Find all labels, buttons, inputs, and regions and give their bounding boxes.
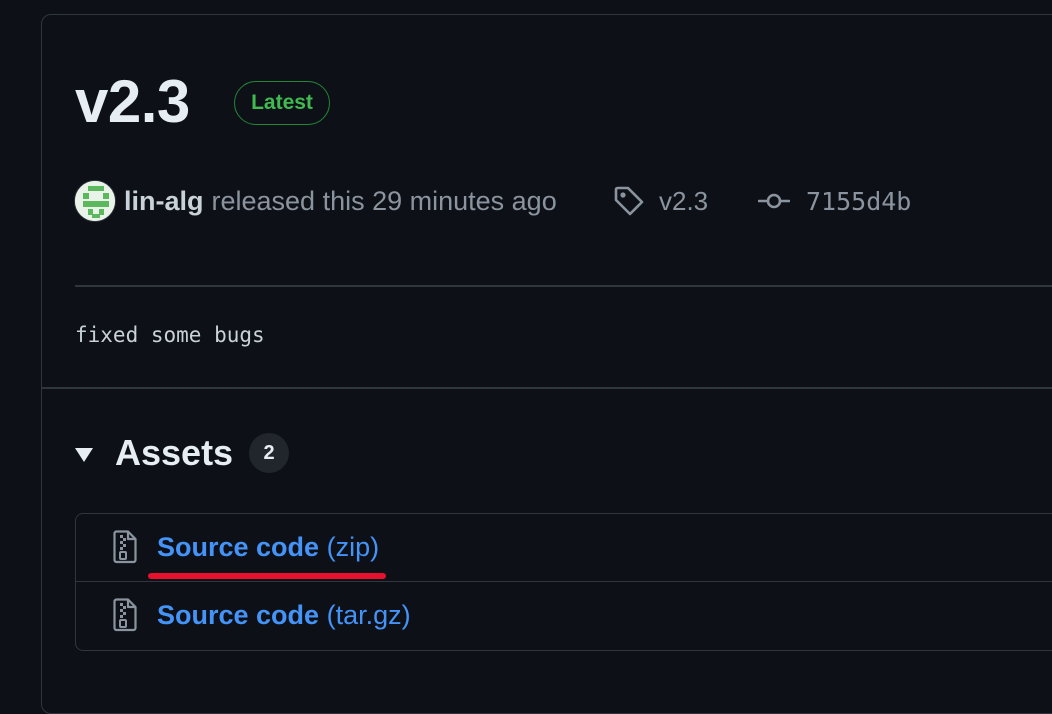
release-title[interactable]: v2.3 [75,66,190,138]
divider [75,285,1052,287]
tag-link[interactable]: v2.3 [613,185,708,217]
release-notes: fixed some bugs [75,323,265,347]
tag-icon [614,186,644,216]
asset-name: Source code [157,531,320,562]
asset-row: Source code (tar.gz) [76,581,1052,648]
asset-link-source-zip[interactable]: Source code (zip) [157,532,379,563]
divider [42,387,1052,389]
release-meta: lin-alg released this 29 minutes ago v2.… [74,178,1034,224]
caret-down-icon [75,448,93,462]
git-commit-icon [758,193,790,209]
asset-ext: (zip) [326,531,380,562]
released-time: released this 29 minutes ago [211,185,557,216]
identicon-icon [75,181,115,221]
tag-label: v2.3 [659,185,709,216]
asset-name: Source code [157,599,320,630]
annotation-underline [148,573,386,579]
file-zip-icon [113,530,137,564]
asset-ext: (tar.gz) [326,599,411,630]
file-zip-icon [113,598,137,632]
assets-list: Source code (zip) Source code (tar.gz) [75,513,1052,651]
author-link[interactable]: lin-alg [124,186,204,217]
commit-hash: 7155d4b [806,186,912,216]
assets-title: Assets [115,432,234,473]
asset-row: Source code (zip) [76,514,1052,580]
latest-badge: Latest [234,81,330,125]
assets-toggle[interactable]: Assets 2 [75,428,290,478]
commit-link[interactable]: 7155d4b [758,187,911,216]
asset-link-source-targz[interactable]: Source code (tar.gz) [157,600,411,631]
assets-count-badge: 2 [249,433,290,473]
avatar[interactable] [74,180,116,222]
